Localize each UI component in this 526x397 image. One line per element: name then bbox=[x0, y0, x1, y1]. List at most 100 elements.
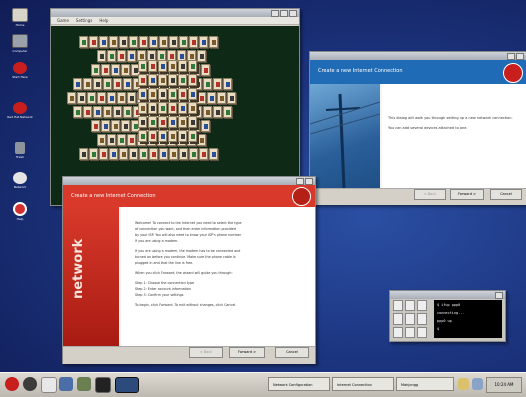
mahjong-tile[interactable] bbox=[148, 74, 157, 86]
mahjong-tile[interactable] bbox=[79, 36, 88, 48]
mahjong-tile[interactable] bbox=[121, 64, 130, 76]
close-button[interactable] bbox=[495, 291, 503, 299]
close-button[interactable] bbox=[516, 52, 524, 60]
mahjong-tile[interactable] bbox=[178, 116, 187, 128]
keypad-key[interactable] bbox=[405, 326, 415, 338]
mahjong-tile[interactable] bbox=[117, 50, 126, 62]
forward-button[interactable]: Forward > bbox=[450, 189, 484, 200]
mahjong-tile[interactable] bbox=[83, 106, 92, 118]
clock[interactable]: 10:24 AM bbox=[486, 377, 522, 393]
back-button[interactable]: < Back bbox=[189, 347, 223, 358]
mahjong-tile[interactable] bbox=[188, 102, 197, 114]
mahjong-tile[interactable] bbox=[203, 78, 212, 90]
menu-game[interactable]: Game bbox=[57, 18, 69, 23]
file-manager-icon[interactable] bbox=[77, 377, 91, 391]
mahjong-tile[interactable] bbox=[148, 60, 157, 72]
mahjong-tile[interactable] bbox=[159, 148, 168, 160]
mahjong-tile[interactable] bbox=[111, 64, 120, 76]
mahjong-tile[interactable] bbox=[201, 120, 210, 132]
mahjong-tile[interactable] bbox=[127, 50, 136, 62]
mahjong-tile[interactable] bbox=[119, 36, 128, 48]
mahjong-tile[interactable] bbox=[217, 92, 226, 104]
dialer-window[interactable]: $ ifup ppp0 connecting... ppp0 up $ bbox=[389, 290, 506, 342]
mahjong-tile[interactable] bbox=[189, 36, 198, 48]
office-icon[interactable] bbox=[59, 377, 73, 391]
mahjong-tile[interactable] bbox=[148, 130, 157, 142]
mahjong-tile[interactable] bbox=[148, 116, 157, 128]
mahjong-tile[interactable] bbox=[111, 120, 120, 132]
mahjong-tile[interactable] bbox=[188, 116, 197, 128]
mahjong-tile[interactable] bbox=[168, 130, 177, 142]
mahjong-tile[interactable] bbox=[83, 78, 92, 90]
mahjong-tile[interactable] bbox=[209, 148, 218, 160]
mahjong-tile[interactable] bbox=[158, 74, 167, 86]
mahjong-tile[interactable] bbox=[73, 78, 82, 90]
task-internet-connection[interactable]: Internet Connection bbox=[332, 377, 394, 391]
mahjong-tile[interactable] bbox=[113, 106, 122, 118]
mahjong-tile[interactable] bbox=[178, 88, 187, 100]
mahjong-tile[interactable] bbox=[138, 60, 147, 72]
keypad-key[interactable] bbox=[393, 300, 403, 312]
mahjong-tile[interactable] bbox=[168, 102, 177, 114]
mahjong-tile[interactable] bbox=[117, 92, 126, 104]
mahjong-tile[interactable] bbox=[77, 92, 86, 104]
mahjong-tile[interactable] bbox=[201, 64, 210, 76]
mahjong-tile[interactable] bbox=[168, 116, 177, 128]
menu-settings[interactable]: Settings bbox=[76, 18, 92, 23]
mahjong-tile[interactable] bbox=[103, 106, 112, 118]
mahjong-tile[interactable] bbox=[158, 116, 167, 128]
mahjong-tile[interactable] bbox=[97, 50, 106, 62]
keypad-key[interactable] bbox=[393, 313, 403, 325]
mahjong-tile[interactable] bbox=[113, 78, 122, 90]
mahjong-tile[interactable] bbox=[148, 88, 157, 100]
mahjong-tile[interactable] bbox=[158, 102, 167, 114]
mahjong-tile[interactable] bbox=[207, 92, 216, 104]
mahjong-tile[interactable] bbox=[223, 78, 232, 90]
cancel-button[interactable]: Cancel bbox=[490, 189, 522, 200]
volume-icon[interactable] bbox=[472, 378, 483, 390]
mahjong-tile[interactable] bbox=[209, 36, 218, 48]
mahjong-tile[interactable] bbox=[189, 148, 198, 160]
notification-icon[interactable] bbox=[458, 378, 469, 390]
keypad-key[interactable] bbox=[417, 326, 427, 338]
mahjong-tile[interactable] bbox=[168, 88, 177, 100]
mahjong-tile[interactable] bbox=[178, 102, 187, 114]
red-hat-menu-icon[interactable] bbox=[5, 377, 19, 391]
close-button[interactable] bbox=[289, 9, 297, 17]
mahjong-tile[interactable] bbox=[129, 36, 138, 48]
help-icon[interactable]: Help bbox=[7, 202, 33, 221]
mahjong-tile[interactable] bbox=[213, 106, 222, 118]
mahjong-tile[interactable] bbox=[99, 36, 108, 48]
mahjong-tile[interactable] bbox=[127, 92, 136, 104]
mahjong-tile[interactable] bbox=[178, 60, 187, 72]
minimize-button[interactable] bbox=[507, 52, 515, 60]
mahjong-tile[interactable] bbox=[138, 88, 147, 100]
mahjong-tile[interactable] bbox=[168, 74, 177, 86]
keypad-key[interactable] bbox=[417, 313, 427, 325]
mahjong-tile[interactable] bbox=[93, 78, 102, 90]
mahjong-tile[interactable] bbox=[138, 74, 147, 86]
computer-icon[interactable]: Computer bbox=[7, 34, 33, 53]
mahjong-tile[interactable] bbox=[138, 102, 147, 114]
mahjong-tile[interactable] bbox=[87, 92, 96, 104]
mahjong-tile[interactable] bbox=[178, 74, 187, 86]
mahjong-tile[interactable] bbox=[148, 102, 157, 114]
mahjong-tile[interactable] bbox=[89, 148, 98, 160]
mahjong-tile[interactable] bbox=[169, 36, 178, 48]
keypad-key[interactable] bbox=[405, 313, 415, 325]
mahjong-tile[interactable] bbox=[188, 130, 197, 142]
mahjong-tile[interactable] bbox=[117, 134, 126, 146]
mail-icon[interactable] bbox=[41, 377, 57, 393]
mahjong-tile[interactable] bbox=[97, 92, 106, 104]
mahjong-tile[interactable] bbox=[123, 78, 132, 90]
connection-wizard-window[interactable]: Create a new Internet Connection network… bbox=[62, 176, 316, 364]
mahjong-tile[interactable] bbox=[93, 106, 102, 118]
menu-help[interactable]: Help bbox=[99, 18, 108, 23]
mahjong-tile[interactable] bbox=[188, 60, 197, 72]
mahjong-tile[interactable] bbox=[199, 36, 208, 48]
mahjong-tile[interactable] bbox=[138, 116, 147, 128]
mahjong-tile[interactable] bbox=[188, 74, 197, 86]
mahjong-tile[interactable] bbox=[178, 130, 187, 142]
mahjong-tile[interactable] bbox=[179, 148, 188, 160]
mahjong-tile[interactable] bbox=[97, 134, 106, 146]
